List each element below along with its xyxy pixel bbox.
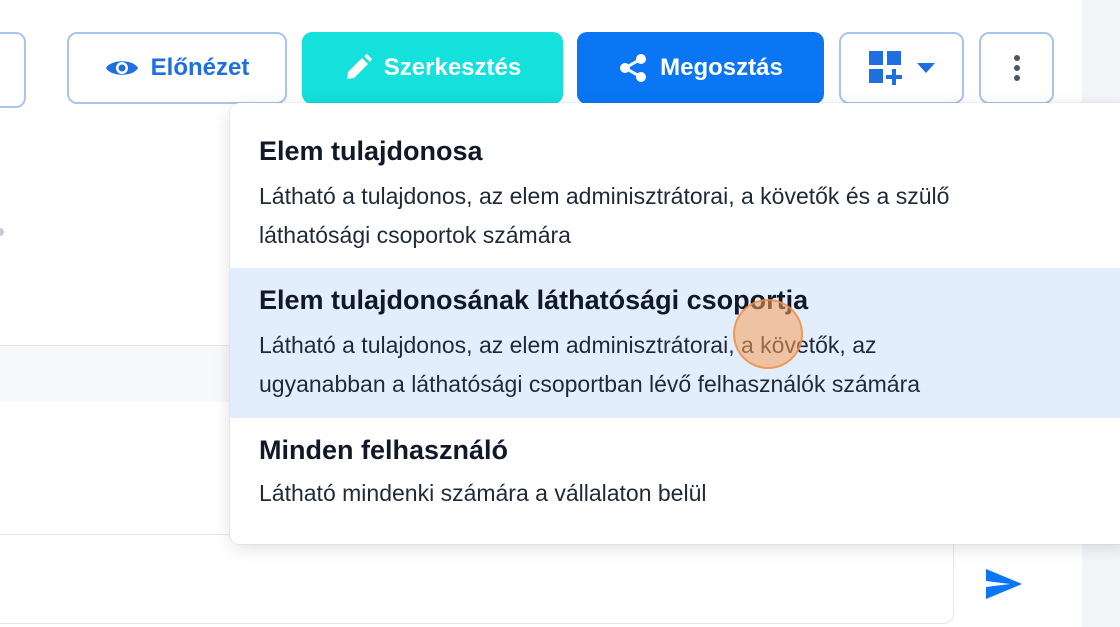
option-description: Látható a tulajdonos, az elem adminisztr… [259, 177, 1120, 255]
send-button[interactable] [982, 566, 1026, 606]
option-description-line: ugyanabban a láthatósági csoportban lévő… [259, 371, 921, 397]
preview-label: Előnézet [150, 54, 250, 81]
background-panel-band [0, 346, 260, 402]
option-description: Látható a tulajdonos, az elem adminisztr… [259, 326, 1120, 404]
background-indicator-dot [0, 228, 4, 236]
option-description: Látható mindenki számára a vállalaton be… [259, 474, 1120, 513]
option-title: Elem tulajdonosa [259, 136, 483, 166]
pencil-icon [344, 54, 372, 82]
option-description-line: láthatósági csoportok számára [259, 222, 571, 248]
send-icon [984, 567, 1024, 606]
partial-toolbar-button[interactable] [0, 32, 26, 108]
share-button[interactable]: Megosztás [577, 32, 824, 104]
visibility-option-all-users[interactable]: Minden felhasználó Látható mindenki szám… [230, 418, 1120, 544]
option-title: Minden felhasználó [259, 435, 509, 465]
preview-button[interactable]: Előnézet [67, 32, 287, 104]
add-widget-button[interactable] [839, 32, 964, 104]
option-title: Elem tulajdonosának láthatósági csoportj… [259, 285, 809, 315]
eye-icon [105, 56, 139, 80]
more-vertical-icon [1013, 54, 1021, 82]
share-label: Megosztás [660, 54, 783, 81]
comment-input[interactable] [0, 534, 954, 624]
edit-label: Szerkesztés [383, 54, 522, 81]
visibility-option-item-owner[interactable]: Elem tulajdonosa Látható a tulajdonos, a… [230, 103, 1120, 268]
caret-down-icon [916, 63, 935, 73]
share-icon [618, 53, 648, 83]
visibility-option-owner-group[interactable]: Elem tulajdonosának láthatósági csoportj… [230, 268, 1120, 418]
more-options-button[interactable] [979, 32, 1054, 104]
grid-add-icon [868, 51, 903, 85]
option-description-line: Látható mindenki számára a vállalaton be… [259, 480, 707, 506]
option-description-line: Látható a tulajdonos, az elem adminisztr… [259, 183, 950, 209]
visibility-dropdown: Elem tulajdonosa Látható a tulajdonos, a… [230, 103, 1120, 544]
option-description-line: Látható a tulajdonos, az elem adminisztr… [259, 332, 877, 358]
edit-button[interactable]: Szerkesztés [302, 32, 563, 104]
